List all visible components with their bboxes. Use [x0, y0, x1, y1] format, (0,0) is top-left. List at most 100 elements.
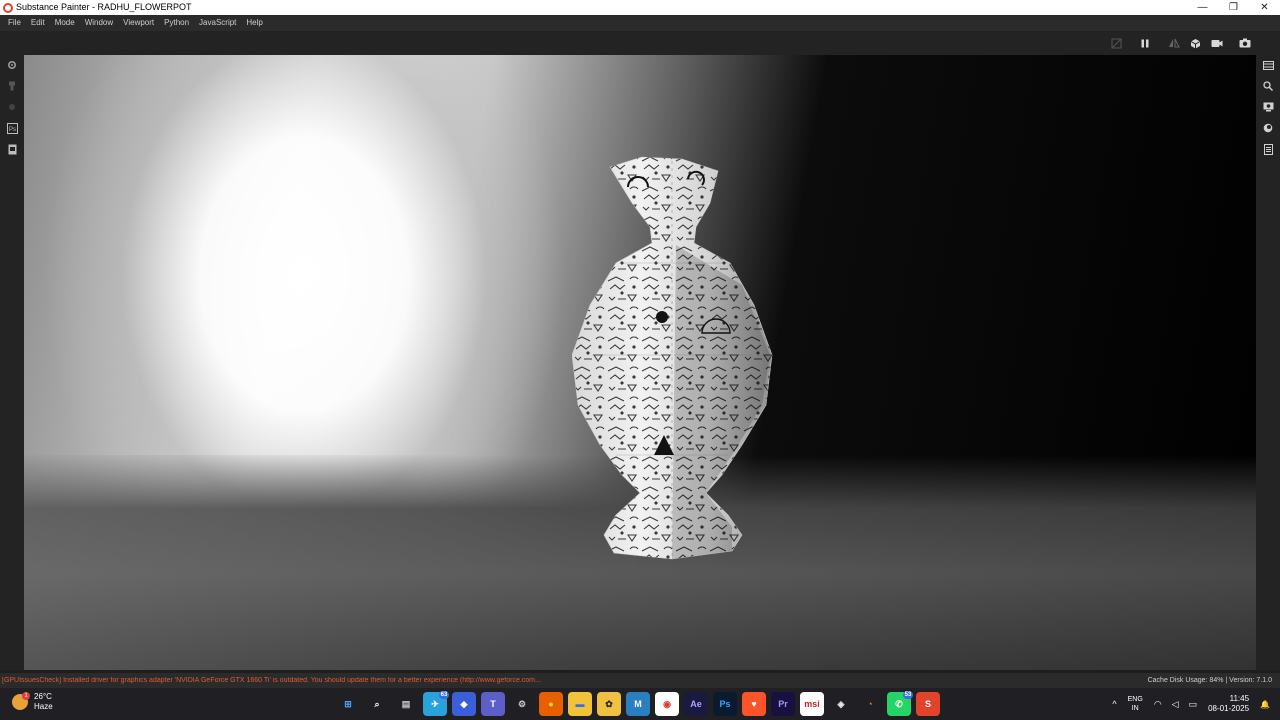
- paint-icon[interactable]: [6, 80, 18, 92]
- view-mode-icon[interactable]: [1188, 36, 1202, 50]
- settings-taskbar-icon[interactable]: ⚙: [510, 692, 534, 716]
- language-indicator[interactable]: ENG IN: [1128, 695, 1143, 713]
- photoshop-taskbar-icon[interactable]: Ps: [713, 692, 737, 716]
- zoom-icon[interactable]: [1262, 80, 1274, 92]
- whatsapp-badge: 53: [903, 691, 913, 699]
- menu-help[interactable]: Help: [241, 15, 267, 31]
- weather-widget[interactable]: 1 26°C Haze: [12, 692, 53, 712]
- task-view-glyph: ▤: [401, 698, 411, 709]
- svg-text:Ps: Ps: [9, 127, 16, 133]
- whatsapp-taskbar-icon[interactable]: ✆ 53: [887, 691, 913, 716]
- photoshop-icon[interactable]: Ps: [6, 122, 18, 134]
- system-tray: ^ ENG IN ◠ ◁ ▭ 11:45 08-01-2025 🔔: [1107, 688, 1280, 720]
- premiere-glyph: Pr: [778, 699, 788, 709]
- menu-python[interactable]: Python: [159, 15, 194, 31]
- premiere-taskbar-icon[interactable]: Pr: [771, 692, 795, 716]
- file-explorer-taskbar-icon[interactable]: ▬: [568, 692, 592, 716]
- display-icon[interactable]: [1262, 101, 1274, 113]
- copilot-glyph: ◆: [460, 698, 468, 709]
- unity-glyph: ◈: [837, 698, 845, 709]
- brush-icon[interactable]: [6, 101, 18, 113]
- telegram-badge: 63: [439, 691, 449, 699]
- left-tool-strip: Ps: [0, 55, 24, 670]
- sketch-glyph: ✿: [605, 698, 613, 709]
- 3d-viewport[interactable]: [24, 55, 1256, 670]
- menu-window[interactable]: Window: [80, 15, 118, 31]
- camera-icon[interactable]: [1210, 36, 1224, 50]
- menu-bar: File Edit Mode Window Viewport Python Ja…: [0, 15, 1280, 31]
- maps-glyph: M: [634, 699, 642, 709]
- substance-painter-glyph: S: [924, 699, 931, 709]
- symmetry-icon[interactable]: [1167, 36, 1181, 50]
- whatsapp-glyph: ✆: [895, 698, 903, 709]
- msi-taskbar-icon[interactable]: msi: [800, 692, 824, 716]
- viewport-toolbar: [0, 31, 1280, 55]
- menu-viewport[interactable]: Viewport: [118, 15, 159, 31]
- pause-icon[interactable]: [1138, 36, 1152, 50]
- notification-bell-icon[interactable]: 🔔: [1260, 700, 1270, 709]
- chrome-taskbar-icon[interactable]: ◉: [655, 692, 679, 716]
- solo-icon[interactable]: [1109, 36, 1123, 50]
- window-title: Substance Painter - RADHU_FLOWERPOT: [16, 2, 192, 12]
- weather-icon: 1: [12, 692, 30, 710]
- weather-badge: 1: [22, 692, 30, 700]
- settings-glyph: ⚙: [517, 698, 527, 709]
- clock-date: 08-01-2025: [1208, 704, 1250, 713]
- clock[interactable]: 11:45 08-01-2025: [1208, 694, 1249, 714]
- pinned-apps: ⊞ ⌕ ▤ ✈ 63 ◆ T ⚙ ● ▬ ✿ M ◉ Ae Ps ♥ Pr msi ◈ ◔ ✆ 53 S: [336, 691, 940, 716]
- close-button[interactable]: ✕: [1249, 0, 1280, 15]
- after-effects-glyph: Ae: [690, 699, 702, 709]
- unity-taskbar-icon[interactable]: ◈: [829, 692, 853, 716]
- notes-icon[interactable]: [1262, 143, 1274, 155]
- brave-glyph: ♥: [751, 699, 757, 709]
- task-view-taskbar-icon[interactable]: ▤: [394, 692, 418, 716]
- restore-button[interactable]: ❐: [1218, 0, 1249, 15]
- menu-file[interactable]: File: [3, 15, 26, 31]
- flowerpot-model[interactable]: [572, 155, 774, 560]
- telegram-taskbar-icon[interactable]: ✈ 63: [423, 691, 449, 716]
- battery-icon[interactable]: ▭: [1189, 699, 1198, 710]
- after-effects-taskbar-icon[interactable]: Ae: [684, 692, 708, 716]
- tray-overflow-icon[interactable]: ^: [1112, 699, 1116, 709]
- teams-taskbar-icon[interactable]: T: [481, 692, 505, 716]
- region-code: IN: [1131, 705, 1139, 712]
- cache-usage-label: Cache Disk Usage: 84% | Version: 7.1.0: [1147, 677, 1272, 684]
- search-taskbar-icon[interactable]: ⌕: [365, 692, 389, 716]
- export-icon[interactable]: [6, 143, 18, 155]
- screenshot-icon[interactable]: [1238, 36, 1252, 50]
- copilot-taskbar-icon[interactable]: ◆: [452, 692, 476, 716]
- firefox-taskbar-icon[interactable]: ●: [539, 692, 563, 716]
- layers-icon[interactable]: [1262, 59, 1274, 71]
- blender-glyph: ◔: [867, 699, 873, 709]
- right-panel-strip: [1256, 55, 1280, 670]
- minimize-button[interactable]: —: [1187, 0, 1218, 15]
- menu-mode[interactable]: Mode: [50, 15, 80, 31]
- settings-icon[interactable]: [6, 59, 18, 71]
- gpu-warning-message[interactable]: [GPUIssuesCheck] Installed driver for gr…: [0, 677, 1148, 684]
- wifi-icon[interactable]: ◠: [1154, 699, 1162, 710]
- volume-icon[interactable]: ◁: [1172, 699, 1179, 710]
- search-glyph: ⌕: [374, 698, 380, 709]
- maps-taskbar-icon[interactable]: M: [626, 692, 650, 716]
- file-explorer-glyph: ▬: [575, 699, 585, 709]
- menu-javascript[interactable]: JavaScript: [194, 15, 241, 31]
- blender-taskbar-icon[interactable]: ◔: [858, 692, 882, 716]
- substance-painter-taskbar-icon[interactable]: S: [916, 692, 940, 716]
- firefox-glyph: ●: [548, 699, 554, 709]
- environment-icon[interactable]: [1262, 122, 1274, 134]
- windows-start-glyph: ⊞: [344, 698, 352, 709]
- chrome-glyph: ◉: [663, 698, 671, 709]
- language-code: ENG: [1127, 696, 1143, 703]
- menu-edit[interactable]: Edit: [26, 15, 50, 31]
- brave-taskbar-icon[interactable]: ♥: [742, 692, 766, 716]
- windows-start-taskbar-icon[interactable]: ⊞: [336, 692, 360, 716]
- sketch-taskbar-icon[interactable]: ✿: [597, 692, 621, 716]
- photoshop-glyph: Ps: [719, 699, 731, 709]
- telegram-glyph: ✈: [431, 698, 439, 709]
- title-bar: Substance Painter - RADHU_FLOWERPOT — ❐ …: [0, 0, 1280, 15]
- substance-painter-icon: [3, 2, 13, 13]
- windows-taskbar: 1 26°C Haze ⊞ ⌕ ▤ ✈ 63 ◆ T ⚙ ● ▬ ✿ M ◉ Ae Ps ♥ Pr msi ◈ ◔ ✆ 5…: [0, 688, 1280, 720]
- weather-temp: 26°C: [34, 692, 52, 701]
- teams-glyph: T: [490, 699, 496, 709]
- weather-condition: Haze: [34, 702, 53, 711]
